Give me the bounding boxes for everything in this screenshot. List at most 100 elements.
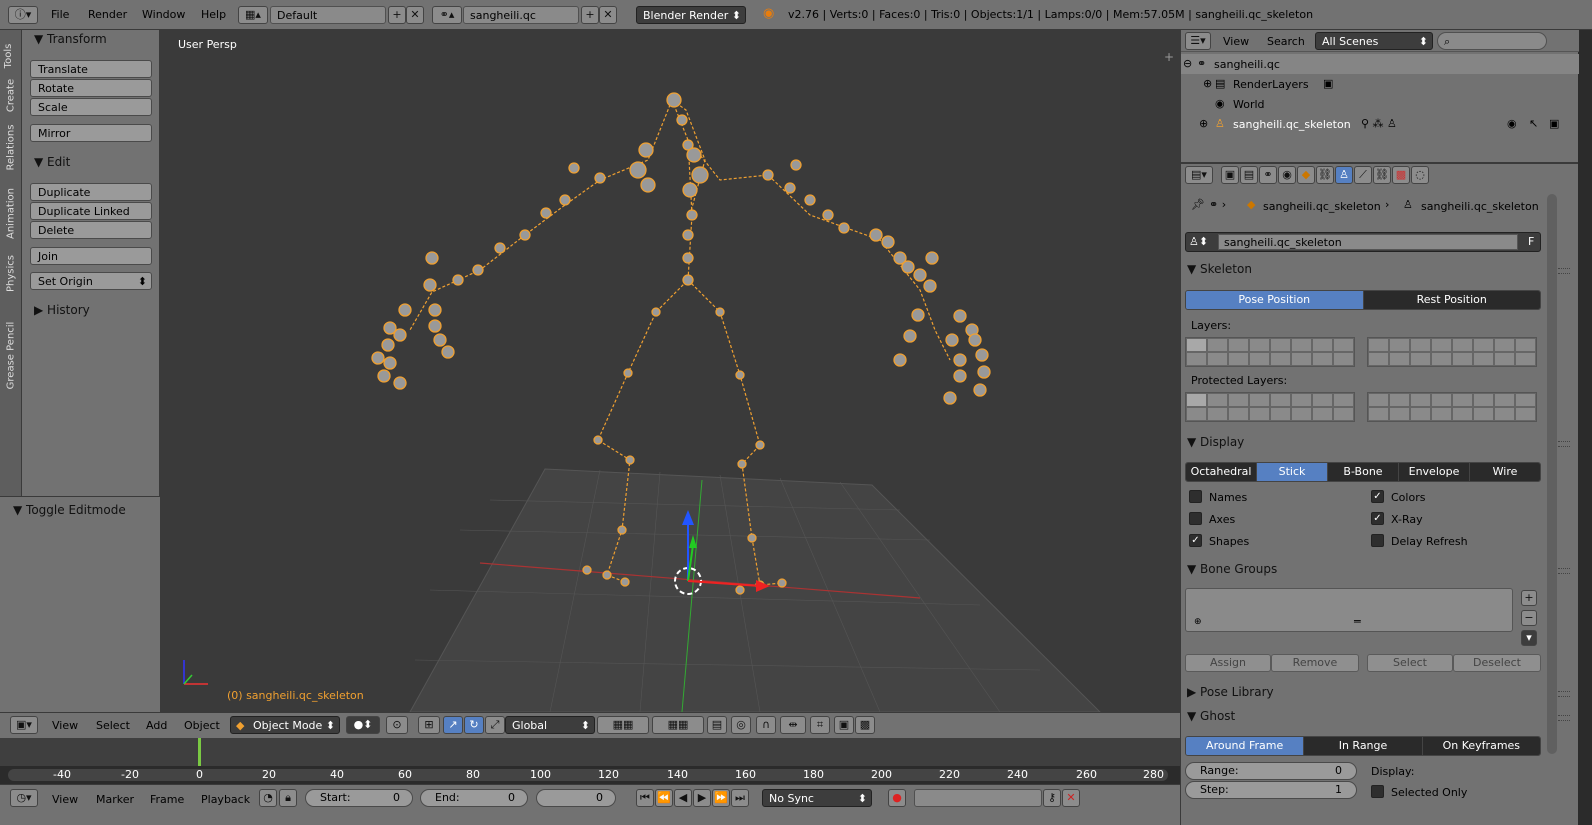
render-engine-select[interactable]: Blender Render ⬍ xyxy=(636,6,746,24)
tab-create[interactable]: Create xyxy=(6,74,17,118)
timeline-scrollbar[interactable] xyxy=(8,769,1168,781)
sync-select[interactable]: No Sync ⬍ xyxy=(762,789,872,807)
datablock-selector[interactable]: ♙⬍ sangheili.qc_skeleton F xyxy=(1185,232,1541,252)
viewport-shading-icon[interactable]: ●⬍ xyxy=(346,716,380,734)
layers-grid-left[interactable] xyxy=(1185,337,1355,367)
timeline-editor-icon[interactable]: ◷▾ xyxy=(10,789,38,807)
collapse-icon[interactable]: ⊖ xyxy=(1183,57,1192,70)
toggle-editmode-header[interactable]: ▼ Toggle Editmode xyxy=(13,503,126,517)
renderlayers-tab-icon[interactable]: ▤ xyxy=(1240,166,1258,184)
tl-frame-menu[interactable]: Frame xyxy=(150,793,184,806)
outliner-row-world[interactable]: ◉ World xyxy=(1181,94,1579,114)
octahedral-button[interactable]: Octahedral xyxy=(1186,463,1257,481)
remove-scene-icon[interactable]: ✕ xyxy=(599,6,617,24)
rotate-button[interactable]: Rotate xyxy=(30,79,152,97)
remove-button[interactable]: Remove xyxy=(1271,654,1359,672)
add-scene-icon[interactable]: + xyxy=(581,6,599,24)
keying-set-field[interactable] xyxy=(914,789,1042,807)
bone-groups-panel-header[interactable]: ▼ Bone Groups xyxy=(1187,562,1277,576)
set-origin-select[interactable]: Set Origin ⬍ xyxy=(30,272,152,290)
scene-tab-icon[interactable]: ⚭ xyxy=(1259,166,1277,184)
bone-constraints-tab-icon[interactable]: ⛓ xyxy=(1373,166,1391,184)
axes-checkbox[interactable] xyxy=(1189,512,1202,525)
jump-end-icon[interactable]: ⏭ xyxy=(731,789,749,807)
duplicate-button[interactable]: Duplicate xyxy=(30,183,152,201)
jump-keyframe-back-icon[interactable]: ⏪ xyxy=(655,789,673,807)
snap-element-icon[interactable]: ⇹ xyxy=(780,716,806,734)
panel-drag-handle[interactable] xyxy=(1558,268,1570,274)
jump-keyframe-forward-icon[interactable]: ⏩ xyxy=(712,789,730,807)
3d-viewport[interactable]: User Persp (0) sangheili.qc_skeleton + xyxy=(160,30,1180,712)
play-reverse-icon[interactable]: ◀ xyxy=(674,789,692,807)
object-tab-icon[interactable]: ◆ xyxy=(1297,166,1315,184)
skeleton-panel-header[interactable]: ▼ Skeleton xyxy=(1187,262,1252,276)
timeline[interactable]: -40 -20 0 20 40 60 80 100 120 140 160 18… xyxy=(0,738,1180,784)
visibility-eye-icon[interactable]: ◉ xyxy=(1507,117,1517,130)
pin-icon[interactable]: 📌︎ xyxy=(1191,198,1205,211)
proportional-edit-icon[interactable]: ◎ xyxy=(731,716,751,734)
tl-marker-menu[interactable]: Marker xyxy=(96,793,134,806)
list-resize-handle[interactable]: ═ xyxy=(1354,615,1361,628)
bone-group-menu-icon[interactable]: ▾ xyxy=(1521,630,1537,646)
menu-help[interactable]: Help xyxy=(201,8,226,21)
tl-view-menu[interactable]: View xyxy=(52,793,78,806)
layout-icon[interactable]: ▦▴ xyxy=(238,6,268,24)
delete-keyframe-icon[interactable]: ✕ xyxy=(1062,789,1080,807)
scale-button[interactable]: Scale xyxy=(30,98,152,116)
outliner-filter-select[interactable]: All Scenes ⬍ xyxy=(1315,32,1433,50)
select-button[interactable]: Select xyxy=(1367,654,1453,672)
rotate-manipulator-icon[interactable]: ↻ xyxy=(464,716,484,734)
panel-drag-handle[interactable] xyxy=(1558,715,1570,721)
fake-user-button[interactable]: F xyxy=(1528,235,1534,248)
colors-checkbox[interactable]: ✓ xyxy=(1371,490,1384,503)
xray-checkbox[interactable]: ✓ xyxy=(1371,512,1384,525)
bbone-button[interactable]: B-Bone xyxy=(1328,463,1399,481)
menu-window[interactable]: Window xyxy=(142,8,185,21)
in-range-button[interactable]: In Range xyxy=(1304,737,1423,755)
selectable-arrow-icon[interactable]: ↖ xyxy=(1529,117,1538,130)
datablock-name-field[interactable]: sangheili.qc_skeleton xyxy=(1218,234,1518,250)
remove-layout-icon[interactable]: ✕ xyxy=(406,6,424,24)
ghost-step-field[interactable]: Step: 1 xyxy=(1185,781,1357,799)
world-tab-icon[interactable]: ◉ xyxy=(1278,166,1296,184)
assign-button[interactable]: Assign xyxy=(1185,654,1271,672)
outliner-editor-icon[interactable]: ☰▾ xyxy=(1185,32,1211,50)
delete-button[interactable]: Delete xyxy=(30,221,152,239)
add-layout-icon[interactable]: + xyxy=(388,6,406,24)
render-tab-icon[interactable]: ▣ xyxy=(1221,166,1239,184)
playhead[interactable] xyxy=(198,738,201,768)
join-button[interactable]: Join xyxy=(30,247,152,265)
layers-grid-2-icon[interactable]: ▦▦ xyxy=(652,716,704,734)
ghost-range-field[interactable]: Range: 0 xyxy=(1185,762,1357,780)
edit-panel-header[interactable]: ▼ Edit xyxy=(34,155,70,169)
transform-panel-header[interactable]: ▼ Transform xyxy=(34,32,107,46)
bone-tab-icon[interactable]: ⟋ xyxy=(1354,166,1372,184)
tab-grease-pencil[interactable]: Grease Pencil xyxy=(6,316,17,396)
around-frame-button[interactable]: Around Frame xyxy=(1186,737,1305,755)
delay-refresh-checkbox[interactable] xyxy=(1371,534,1384,547)
mirror-button[interactable]: Mirror xyxy=(30,124,152,142)
view-menu[interactable]: View xyxy=(52,719,78,732)
constraints-tab-icon[interactable]: ⛓ xyxy=(1316,166,1334,184)
on-keyframes-button[interactable]: On Keyframes xyxy=(1422,737,1540,755)
autokey-icon[interactable]: ◔ xyxy=(259,789,277,807)
bone-groups-list[interactable]: ═ ⊕ xyxy=(1185,588,1513,632)
deselect-button[interactable]: Deselect xyxy=(1453,654,1541,672)
outliner-search-menu[interactable]: Search xyxy=(1267,35,1305,48)
properties-editor-icon[interactable]: ▤▾ xyxy=(1185,166,1213,184)
panel-drag-handle[interactable] xyxy=(1558,441,1570,447)
properties-scrollbar[interactable] xyxy=(1547,194,1557,754)
current-frame-field[interactable]: 0 xyxy=(536,789,616,807)
translate-manipulator-icon[interactable]: ↗ xyxy=(443,716,463,734)
expand-icon[interactable]: ⊕ xyxy=(1199,117,1208,130)
scale-manipulator-icon[interactable]: ⤢ xyxy=(485,716,505,734)
display-panel-header[interactable]: ▼ Display xyxy=(1187,435,1244,449)
snap-icon[interactable]: ∩ xyxy=(756,716,776,734)
outliner-row-skeleton[interactable]: ⊕ ♙ sangheili.qc_skeleton ⚲ ⁂ ♙ ◉ ↖ ▣ xyxy=(1181,114,1579,134)
names-checkbox[interactable] xyxy=(1189,490,1202,503)
render-animation-icon[interactable]: ▩ xyxy=(855,716,875,734)
pivot-icon[interactable]: ⊙ xyxy=(386,716,408,734)
insert-keyframe-icon[interactable]: ⚷ xyxy=(1043,789,1061,807)
viewport-expand-icon[interactable]: + xyxy=(1164,50,1174,64)
stick-button[interactable]: Stick xyxy=(1257,463,1328,481)
